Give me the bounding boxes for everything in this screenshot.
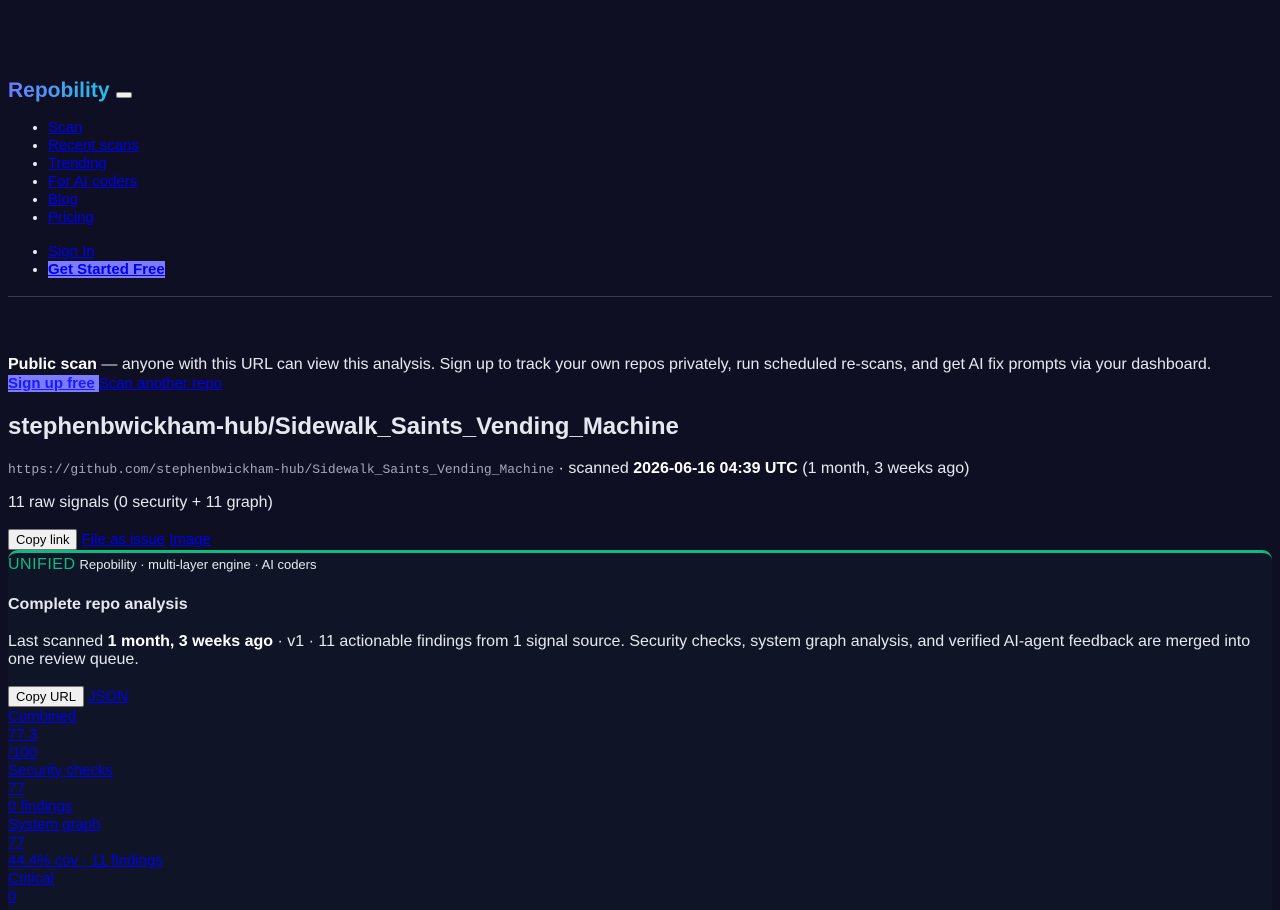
repo-url: https://github.com/stephenbwickham-hub/S… (8, 462, 555, 477)
desc-last-scanned: 1 month, 3 weeks ago (107, 633, 274, 650)
panel-actions: Copy URL JSON (8, 686, 128, 707)
nav-item-pricing: Pricing (48, 209, 139, 227)
nav-link-ai-coders[interactable]: For AI coders (48, 173, 137, 190)
scanned-timestamp: 2026-06-16 04:39 UTC (633, 460, 798, 477)
repo-title: stephenbwickham-hub/Sidewalk_Saints_Vend… (8, 413, 679, 440)
metric-combined-label[interactable]: Combined (8, 708, 163, 726)
notice-lead: Public scan (8, 356, 97, 373)
nav-link-trending[interactable]: Trending (48, 155, 107, 172)
notice-text: — anyone with this URL can view this ana… (96, 356, 1212, 373)
sign-in-link[interactable]: Sign In (48, 243, 95, 260)
notice-links: Sign up free Scan another repo (8, 375, 222, 392)
header-divider (8, 296, 1272, 297)
public-scan-notice: Public scan — anyone with this URL can v… (8, 356, 1272, 374)
brand-row: Repobility (8, 78, 132, 104)
nav-link-recent-scans[interactable]: Recent scans (48, 137, 139, 154)
metric-security-label[interactable]: Security checks (8, 762, 163, 780)
copy-url-button[interactable]: Copy URL (8, 686, 84, 707)
nav-item-get-started: Get Started Free (48, 261, 165, 279)
nav-link-pricing[interactable]: Pricing (48, 209, 94, 226)
sign-up-free-button[interactable]: Sign up free (8, 375, 99, 392)
metric-graph-value[interactable]: 77 (8, 834, 163, 852)
auth-nav: Sign In Get Started Free (8, 243, 165, 279)
panel-subtitle: Repobility · multi-layer engine · AI cod… (79, 557, 317, 572)
desc-prefix: Last scanned (8, 633, 108, 650)
json-link[interactable]: JSON (88, 688, 128, 705)
metric-graph-label[interactable]: System graph (8, 816, 163, 834)
metric-critical-value[interactable]: 0 (8, 888, 163, 906)
nav-item-blog: Blog (48, 191, 139, 209)
nav-item-sign-in: Sign In (48, 243, 165, 261)
main-nav: Scan Recent scans Trending For AI coders… (8, 119, 139, 227)
metric-critical-label[interactable]: Critical (8, 870, 163, 888)
nav-link-scan[interactable]: Scan (48, 119, 82, 136)
metric-combined-suffix[interactable]: /100 (8, 744, 163, 762)
image-link[interactable]: Image (169, 531, 211, 548)
share-actions: Copy link File as issue Image (8, 529, 211, 550)
metric-graph-detail[interactable]: 44.4% cov · 11 findings (8, 852, 163, 870)
scan-meta: https://github.com/stephenbwickham-hub/S… (8, 460, 969, 478)
nav-item-scan: Scan (48, 119, 139, 137)
file-as-issue-link[interactable]: File as issue (82, 531, 165, 548)
panel-description: Last scanned 1 month, 3 weeks ago · v1 ·… (8, 633, 1258, 669)
menu-toggle-button[interactable] (115, 92, 132, 98)
unified-tag: UNIFIED (8, 556, 76, 573)
nav-item-trending: Trending (48, 155, 139, 173)
metric-security-value[interactable]: 77 (8, 780, 163, 798)
raw-signals-count: 11 raw signals (0 security + 11 graph) (8, 494, 273, 511)
scanned-ago: (1 month, 3 weeks ago) (797, 460, 970, 477)
copy-link-button[interactable]: Copy link (8, 529, 78, 550)
unified-analysis-panel: UNIFIED Repobility · multi-layer engine ·… (8, 550, 1272, 910)
nav-link-blog[interactable]: Blog (48, 191, 78, 208)
nav-item-ai-coders: For AI coders (48, 173, 139, 191)
metric-combined-value[interactable]: 77.3 (8, 726, 163, 744)
nav-item-recent-scans: Recent scans (48, 137, 139, 155)
get-started-button[interactable]: Get Started Free (48, 261, 165, 278)
panel-title: Complete repo analysis (8, 596, 188, 613)
metrics-list: Combined 77.3 /100 Security checks 77 0 … (8, 708, 163, 906)
scan-another-repo-link[interactable]: Scan another repo (99, 375, 222, 392)
panel-header: UNIFIED Repobility · multi-layer engine ·… (8, 556, 317, 574)
metric-security-detail[interactable]: 0 findings (8, 798, 163, 816)
brand-logo-link[interactable]: Repobility (8, 79, 110, 103)
scanned-prefix: · scanned (554, 460, 634, 477)
